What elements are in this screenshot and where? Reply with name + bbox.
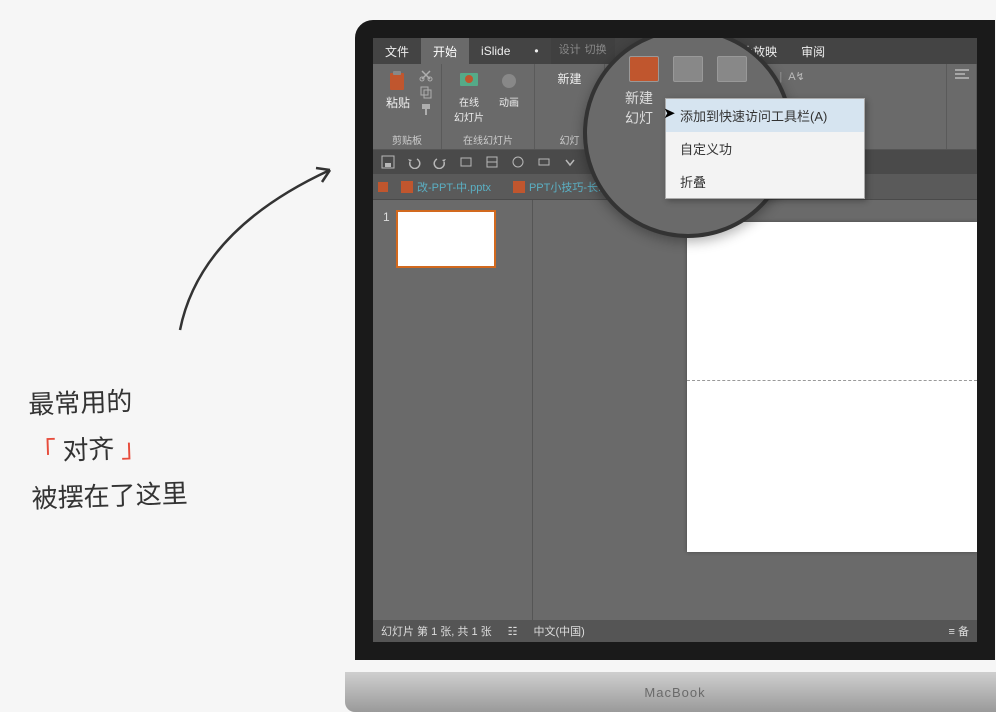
redo-icon[interactable] — [433, 155, 447, 169]
laptop-base: MacBook — [345, 672, 996, 712]
slide-canvas[interactable] — [687, 222, 977, 552]
qat-icon-7[interactable] — [537, 155, 551, 169]
laptop-frame: 文件 开始 iSlide • 设计 切换 口袋动画 PA 幻灯片放映 审阅 — [355, 20, 996, 712]
annotation-line3: 被摆在了这里 — [31, 471, 189, 523]
win-icon[interactable] — [377, 181, 389, 193]
thumbnail-item[interactable]: 1 — [383, 210, 522, 268]
qat-icon-6[interactable] — [511, 155, 525, 169]
clear-format-icon[interactable]: A↯ — [788, 70, 805, 83]
mag-new-slide-icon — [629, 56, 659, 82]
clipboard-small-icons — [419, 68, 433, 116]
status-right[interactable]: ≡ 备 — [949, 623, 969, 639]
qat-icon-5[interactable] — [485, 155, 499, 169]
notes-status-icon[interactable]: ☷ — [508, 625, 518, 638]
tab-file[interactable]: 文件 — [373, 38, 421, 64]
online-slide-icon — [456, 70, 482, 92]
cursor-icon: ➤ — [663, 104, 676, 122]
annotation-word: 对齐 — [62, 435, 115, 466]
laptop-brand-label: MacBook — [644, 685, 705, 700]
clipboard-group: 粘贴 剪贴板 — [373, 64, 442, 149]
online-slide-button[interactable]: 在线 幻灯片 — [450, 68, 488, 126]
slide-count-status: 幻灯片 第 1 张, 共 1 张 — [381, 623, 492, 639]
status-bar: 幻灯片 第 1 张, 共 1 张 ☷ 中文(中国) ≡ 备 — [373, 620, 977, 642]
copy-icon[interactable] — [419, 85, 433, 99]
annotation-line2: 「 对齐 」 — [29, 424, 187, 476]
handwritten-annotation: 最常用的 「 对齐 」 被摆在了这里 — [28, 377, 189, 523]
tab-islide[interactable]: iSlide — [469, 38, 522, 64]
cut-icon[interactable] — [419, 68, 433, 82]
tab-truncated[interactable]: • — [522, 38, 550, 64]
qat-icon-4[interactable] — [459, 155, 473, 169]
annotation-line1: 最常用的 — [28, 377, 186, 429]
arrow-annotation — [160, 150, 360, 350]
paste-icon — [385, 70, 411, 92]
clipboard-label: 剪贴板 — [392, 132, 422, 147]
new-slide-label: 幻灯 — [560, 132, 580, 147]
thumbnail-number: 1 — [383, 210, 390, 268]
laptop-screen: 文件 开始 iSlide • 设计 切换 口袋动画 PA 幻灯片放映 审阅 — [355, 20, 995, 660]
tab-home[interactable]: 开始 — [421, 38, 469, 64]
ppt-file-icon — [513, 181, 525, 193]
menu-customize[interactable]: 自定义功 — [666, 132, 864, 165]
ppt-file-icon — [401, 181, 413, 193]
mag-layout-icon — [673, 56, 703, 82]
bracket-left: 「 — [30, 437, 57, 467]
paragraph-group-edge — [947, 64, 977, 149]
context-menu: 添加到快速访问工具栏(A) 自定义功 折叠 — [665, 98, 865, 199]
doc-tab-1[interactable]: 改-PPT-中.pptx — [391, 176, 501, 198]
new-slide-button[interactable]: 新建 — [553, 68, 585, 89]
menu-add-to-qat[interactable]: 添加到快速访问工具栏(A) — [666, 99, 864, 132]
language-status[interactable]: 中文(中国) — [534, 623, 585, 639]
thumbnail-panel[interactable]: 1 — [373, 200, 533, 620]
align-icon[interactable] — [954, 68, 970, 82]
online-slide-group-label: 在线幻灯片 — [463, 132, 513, 147]
main-workspace: 1 — [373, 200, 977, 620]
thumbnail-preview[interactable] — [396, 210, 496, 268]
paste-button[interactable]: 粘贴 — [381, 68, 415, 113]
anim-icon — [496, 70, 522, 92]
mag-section-icon — [717, 56, 747, 82]
anim-button[interactable]: 动画 — [492, 68, 526, 126]
horizontal-guide — [687, 380, 977, 381]
slide-canvas-area[interactable] — [533, 200, 977, 620]
online-slide-group: 在线 幻灯片 动画 在线幻灯片 — [442, 64, 535, 149]
menu-fold[interactable]: 折叠 — [666, 165, 864, 198]
format-painter-icon[interactable] — [419, 102, 433, 116]
undo-icon[interactable] — [407, 155, 421, 169]
tab-review[interactable]: 审阅 — [789, 38, 837, 64]
bracket-right: 」 — [120, 433, 147, 463]
save-icon[interactable] — [381, 155, 395, 169]
qat-dropdown-icon[interactable] — [563, 155, 577, 169]
hidden-tabs-peek: 设计 切换 — [551, 38, 615, 64]
